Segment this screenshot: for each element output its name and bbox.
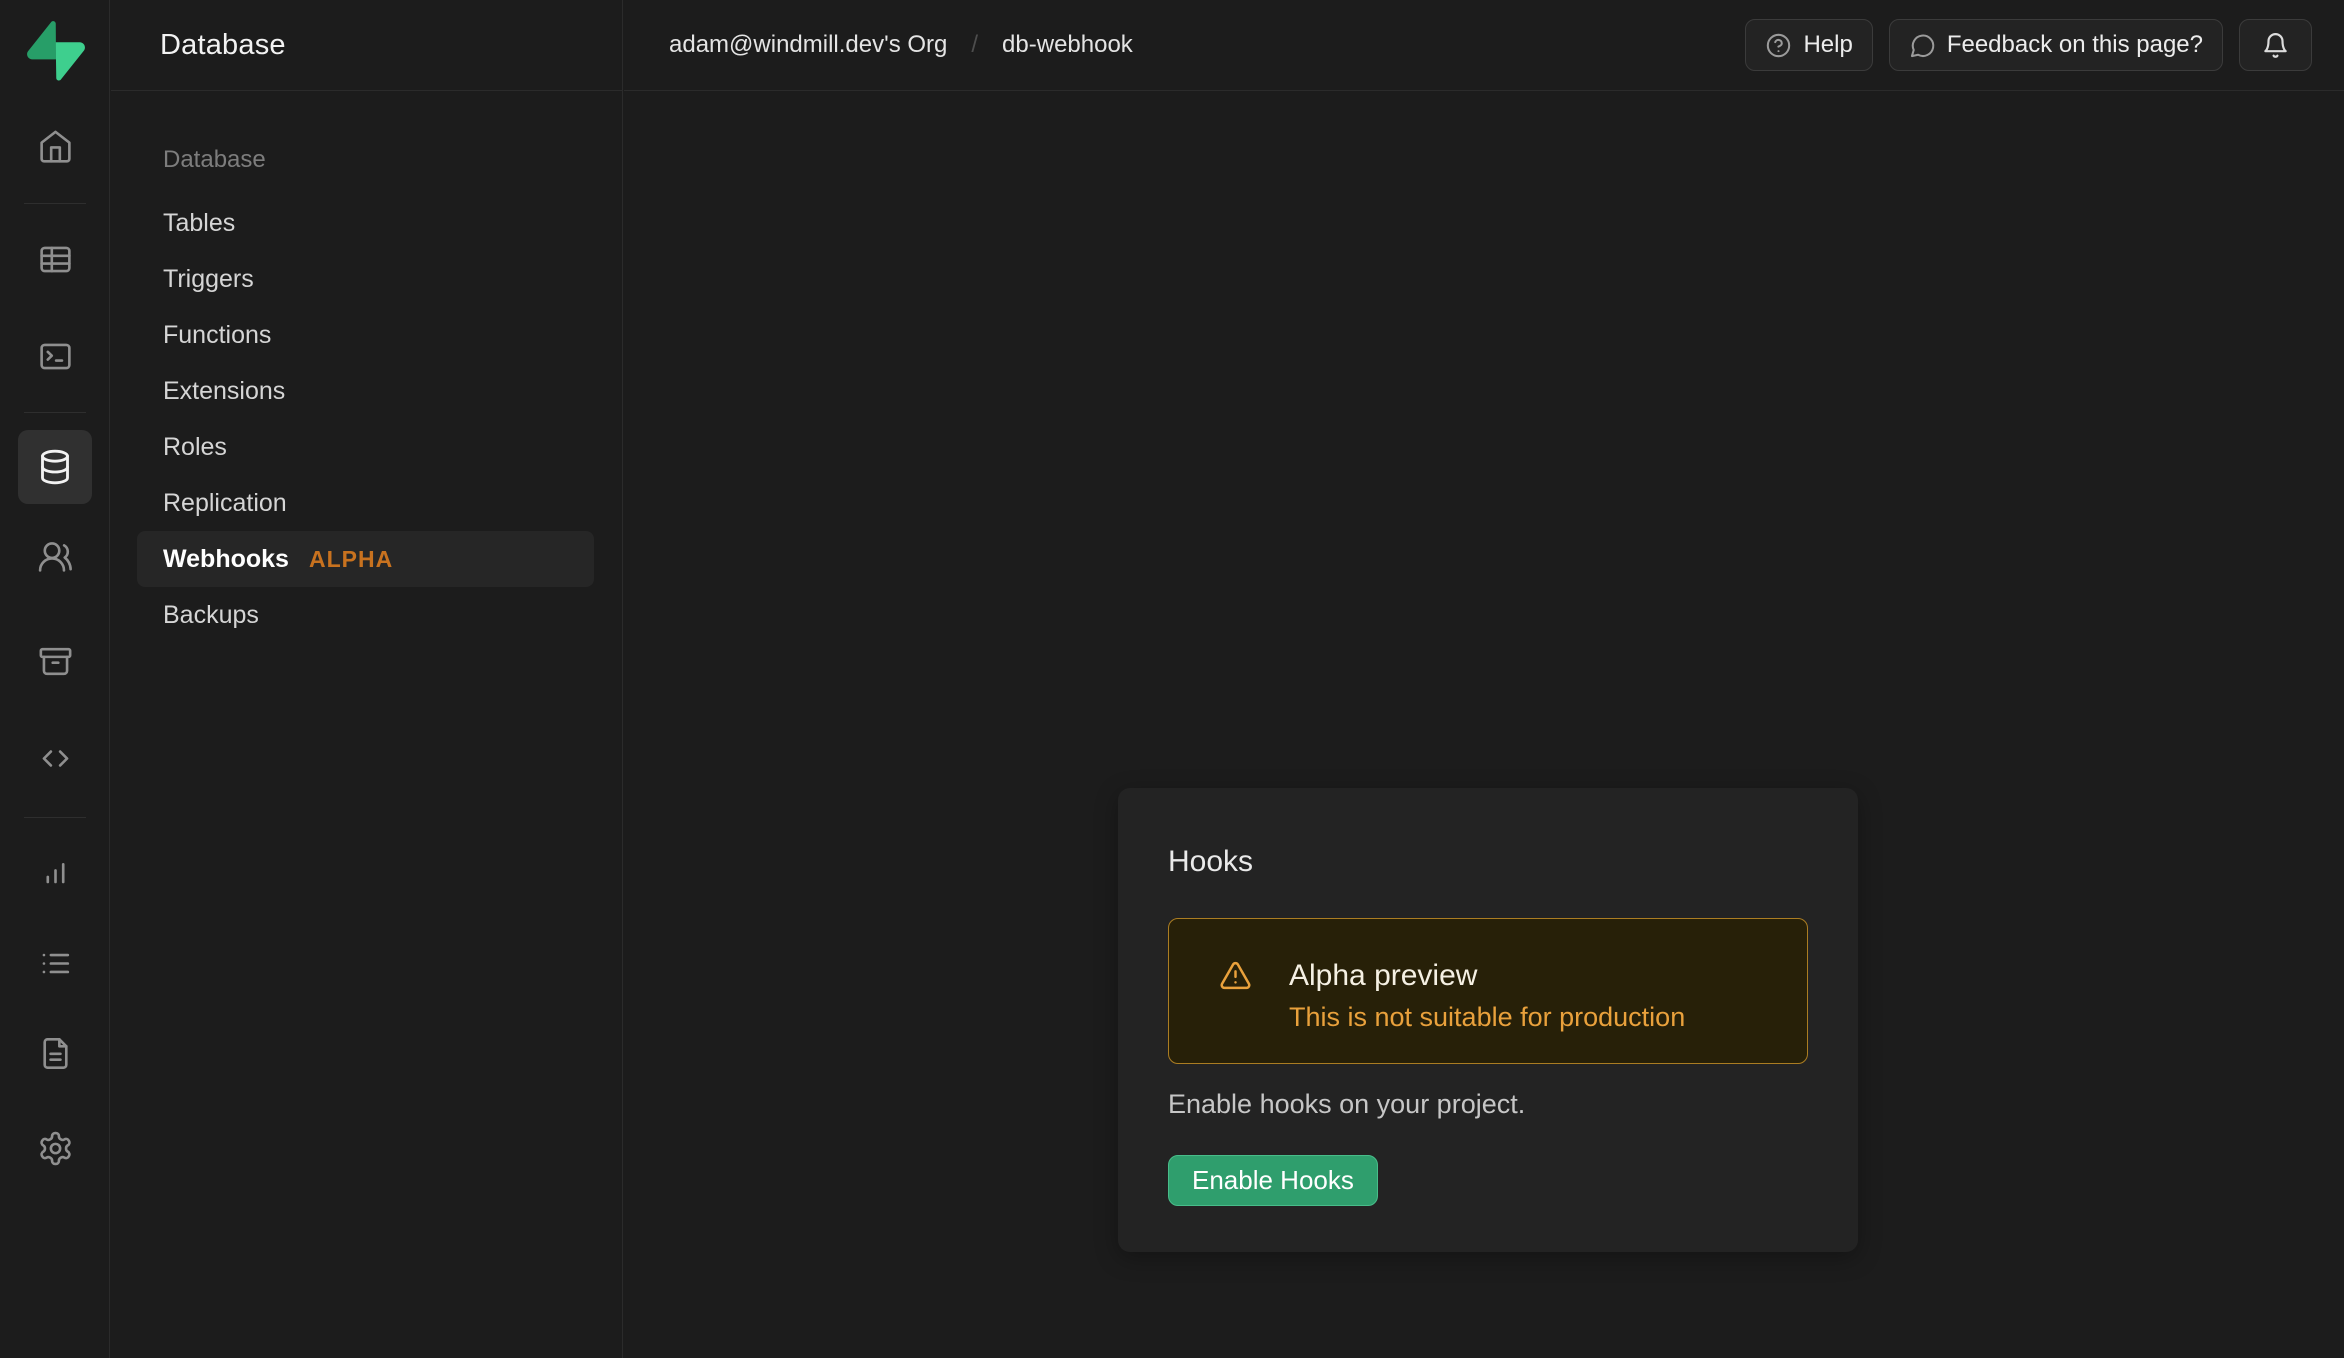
rail-item-settings[interactable] bbox=[0, 1130, 110, 1167]
list-icon bbox=[37, 945, 74, 982]
sidebar-nav: Database Tables Triggers Functions Exten… bbox=[137, 132, 594, 643]
sidebar-item-triggers[interactable]: Triggers bbox=[137, 251, 594, 307]
notifications-button[interactable] bbox=[2239, 19, 2312, 71]
rail-item-edge-functions[interactable] bbox=[0, 740, 110, 777]
rail-divider bbox=[24, 412, 86, 413]
sidebar-item-tables[interactable]: Tables bbox=[137, 195, 594, 251]
rail-item-logs[interactable] bbox=[0, 945, 110, 982]
breadcrumb-org[interactable]: adam@windmill.dev's Org bbox=[669, 31, 947, 59]
home-icon bbox=[37, 128, 74, 165]
app-window: Database Database Tables Triggers Functi… bbox=[0, 0, 2344, 1358]
rail-item-sql-editor[interactable] bbox=[0, 338, 110, 375]
sidebar-item-replication[interactable]: Replication bbox=[137, 475, 594, 531]
archive-icon bbox=[37, 643, 74, 680]
alpha-badge: ALPHA bbox=[309, 546, 393, 573]
rail-item-table-editor[interactable] bbox=[0, 241, 110, 278]
sidebar-item-backups[interactable]: Backups bbox=[137, 587, 594, 643]
rail-item-authentication[interactable] bbox=[0, 538, 110, 575]
main-content: Hooks Alpha preview This is not suitable… bbox=[624, 91, 2344, 1358]
rail-item-database[interactable] bbox=[18, 430, 92, 504]
enable-hooks-button[interactable]: Enable Hooks bbox=[1168, 1155, 1378, 1206]
users-icon bbox=[37, 538, 74, 575]
header-actions: Help Feedback on this page? bbox=[1745, 19, 2312, 71]
circle-question-icon bbox=[1765, 32, 1792, 59]
feedback-button[interactable]: Feedback on this page? bbox=[1889, 19, 2223, 71]
file-text-icon bbox=[37, 1035, 74, 1072]
rail-item-home[interactable] bbox=[0, 128, 110, 165]
gear-icon bbox=[37, 1130, 74, 1167]
sidebar-item-functions[interactable]: Functions bbox=[137, 307, 594, 363]
breadcrumb: adam@windmill.dev's Org / db-webhook bbox=[669, 31, 1133, 59]
main-header: adam@windmill.dev's Org / db-webhook Hel… bbox=[624, 0, 2344, 91]
database-icon bbox=[35, 447, 75, 487]
sidebar-group-label: Database bbox=[137, 132, 594, 188]
alert-title: Alpha preview bbox=[1289, 959, 1767, 992]
rail-divider bbox=[24, 203, 86, 204]
sidebar-item-roles[interactable]: Roles bbox=[137, 419, 594, 475]
sidebar-header: Database bbox=[111, 0, 622, 91]
sidebar-menu: Tables Triggers Functions Extensions Rol… bbox=[137, 195, 594, 643]
rail-item-docs[interactable] bbox=[0, 1035, 110, 1072]
rail-item-storage[interactable] bbox=[0, 643, 110, 680]
sidebar-item-webhooks[interactable]: Webhooks ALPHA bbox=[137, 531, 594, 587]
card-title: Hooks bbox=[1168, 788, 1808, 880]
help-button[interactable]: Help bbox=[1745, 19, 1872, 71]
alert-description: This is not suitable for production bbox=[1289, 1003, 1767, 1032]
breadcrumb-separator: / bbox=[971, 31, 978, 59]
alpha-preview-alert: Alpha preview This is not suitable for p… bbox=[1168, 918, 1808, 1064]
code-icon bbox=[37, 740, 74, 777]
page-title: Database bbox=[160, 29, 286, 62]
sidebar-item-extensions[interactable]: Extensions bbox=[137, 363, 594, 419]
breadcrumb-project[interactable]: db-webhook bbox=[1002, 31, 1133, 59]
table-icon bbox=[37, 241, 74, 278]
triangle-alert-icon bbox=[1219, 959, 1252, 992]
terminal-icon bbox=[37, 338, 74, 375]
rail-divider bbox=[24, 817, 86, 818]
card-body-text: Enable hooks on your project. bbox=[1168, 1090, 1808, 1118]
bar-chart-icon bbox=[37, 855, 74, 892]
rail-item-reports[interactable] bbox=[0, 855, 110, 892]
message-circle-icon bbox=[1909, 32, 1936, 59]
hooks-card: Hooks Alpha preview This is not suitable… bbox=[1118, 788, 1858, 1252]
bell-icon bbox=[2261, 31, 2290, 60]
icon-rail bbox=[0, 0, 110, 1358]
supabase-logo[interactable] bbox=[27, 21, 85, 81]
database-sidebar: Database Database Tables Triggers Functi… bbox=[111, 0, 623, 1358]
